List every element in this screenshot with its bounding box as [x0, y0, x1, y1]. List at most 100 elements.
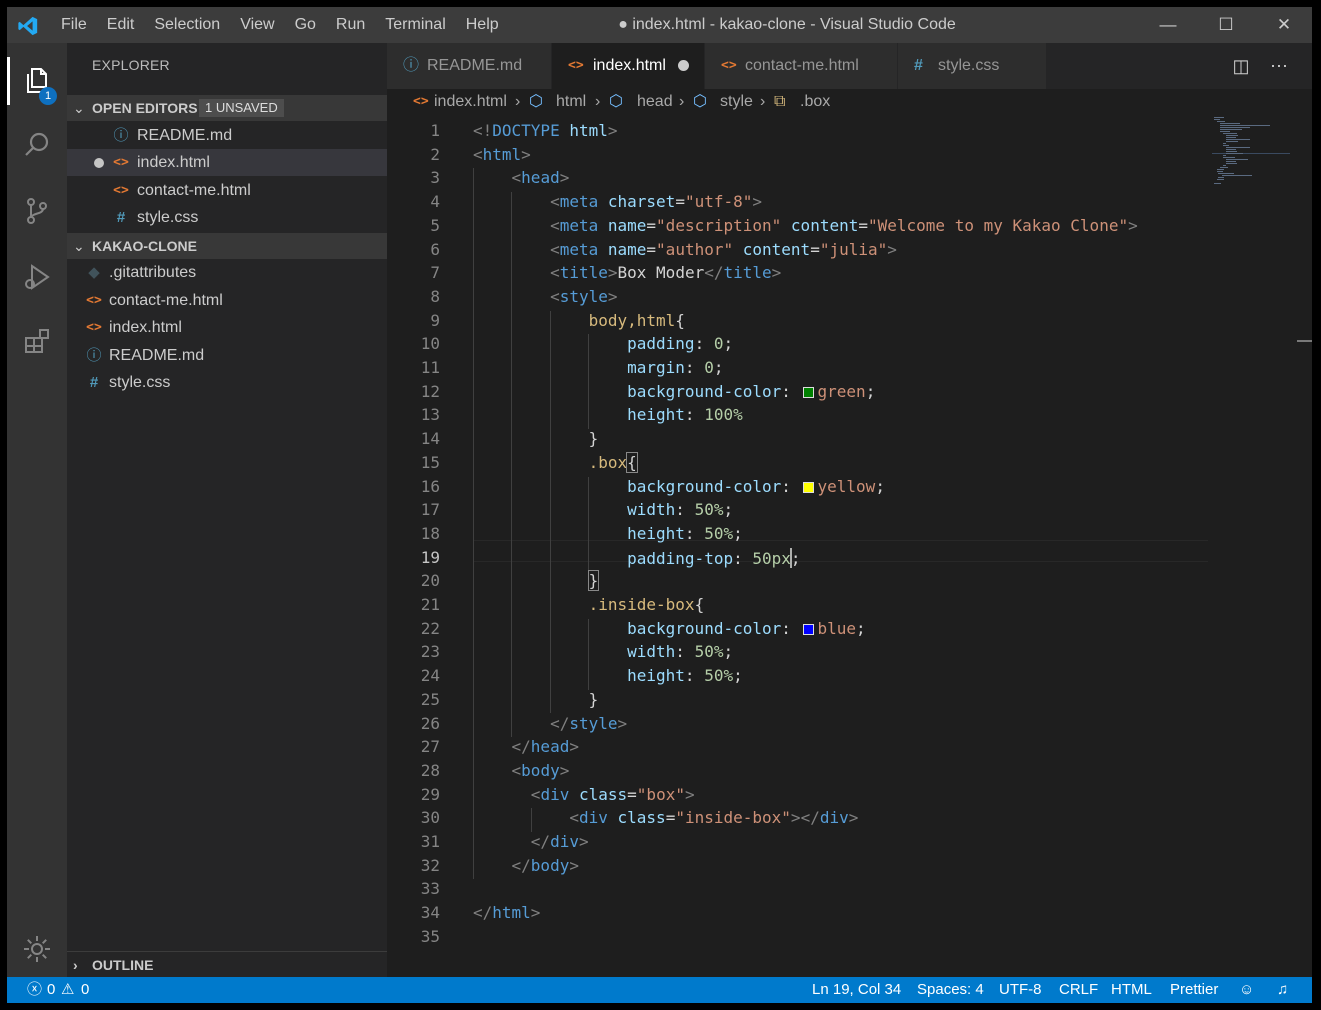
warning-icon[interactable]: ⚠ — [61, 977, 74, 1003]
breadcrumb-item[interactable]: index.html — [434, 89, 507, 115]
code-line[interactable]: background-color: blue; — [473, 619, 866, 638]
line-number: 19 — [420, 547, 440, 567]
code-line[interactable]: <div class="box"> — [473, 785, 695, 804]
code-line[interactable]: <title>Box Moder</title> — [473, 263, 781, 282]
code-line[interactable]: height: 50%; — [473, 666, 743, 685]
more-actions-icon[interactable]: ⋯ — [1261, 43, 1297, 89]
open-editor-item[interactable]: <> index.html — [67, 149, 387, 176]
split-editor-icon[interactable]: ◫ — [1223, 43, 1259, 89]
tab-readme[interactable]: ⓘ README.md — [387, 43, 551, 89]
notifications-bell-icon[interactable]: ♫ — [1277, 977, 1288, 1003]
warning-count[interactable]: 0 — [81, 977, 89, 1003]
error-icon[interactable]: ⓧ — [27, 977, 42, 1003]
code-line[interactable]: width: 50%; — [473, 642, 733, 661]
close-button[interactable]: ✕ — [1255, 7, 1312, 43]
search-icon — [25, 132, 49, 156]
code-line[interactable]: </div> — [473, 832, 589, 851]
breadcrumb-item[interactable]: style — [720, 89, 753, 115]
code-line[interactable]: </html> — [473, 903, 540, 922]
menu-help[interactable]: Help — [456, 7, 509, 43]
menu-terminal[interactable]: Terminal — [375, 7, 455, 43]
file-item[interactable]: <> contact-me.html — [67, 287, 387, 314]
menu-go[interactable]: Go — [285, 7, 326, 43]
open-editor-item[interactable]: <> contact-me.html — [67, 177, 387, 204]
extensions-button[interactable] — [7, 313, 67, 369]
end-of-line[interactable]: CRLF — [1059, 977, 1098, 1003]
code-line[interactable]: height: 50%; — [473, 524, 743, 543]
search-button[interactable] — [7, 117, 67, 173]
code-line[interactable]: padding-top: 50px; — [473, 547, 801, 568]
code-line[interactable]: </head> — [473, 737, 579, 756]
code-line[interactable]: </body> — [473, 856, 579, 875]
menu-file[interactable]: File — [51, 7, 97, 43]
breadcrumb-item[interactable]: head — [637, 89, 673, 115]
scrollbar-thumb[interactable] — [1297, 340, 1312, 342]
source-control-button[interactable] — [7, 183, 67, 239]
minimap[interactable] — [1212, 115, 1292, 195]
code-line[interactable]: .box{ — [473, 451, 638, 473]
code-line[interactable]: <body> — [473, 761, 570, 780]
code-line[interactable]: <meta charset="utf-8"> — [473, 192, 762, 211]
code-line[interactable]: padding: 0; — [473, 334, 733, 353]
code-line[interactable]: <meta name="author" content="julia"> — [473, 240, 897, 259]
file-item[interactable]: ⓘ README.md — [67, 342, 387, 369]
code-line[interactable]: <!DOCTYPE html> — [473, 121, 618, 140]
unsaved-dot-icon[interactable] — [678, 60, 689, 71]
code-line[interactable]: <head> — [473, 168, 570, 187]
code-line[interactable]: body,html{ — [473, 311, 685, 330]
file-item[interactable]: <> index.html — [67, 314, 387, 341]
code-line[interactable]: <div class="inside-box"></div> — [473, 808, 858, 827]
info-icon: ⓘ — [113, 127, 129, 144]
line-number: 17 — [420, 500, 440, 520]
maximize-button[interactable]: ☐ — [1197, 7, 1255, 43]
code-line[interactable]: background-color: green; — [473, 382, 875, 401]
outline-header[interactable]: › OUTLINE — [67, 951, 387, 978]
code-line[interactable]: height: 100% — [473, 405, 743, 424]
project-folder-header[interactable]: ⌄ KAKAO-CLONE — [67, 233, 387, 259]
open-editor-item[interactable]: ⓘ README.md — [67, 122, 387, 149]
settings-button[interactable] — [7, 921, 67, 977]
tab-contact-me[interactable]: <> contact-me.html — [705, 43, 897, 89]
menu-selection[interactable]: Selection — [144, 7, 230, 43]
code-line[interactable]: <style> — [473, 287, 617, 306]
code-line[interactable]: background-color: yellow; — [473, 477, 885, 496]
info-icon: ⓘ — [86, 347, 102, 364]
file-item[interactable]: ◆ .gitattributes — [67, 259, 387, 286]
language-mode[interactable]: HTML — [1111, 977, 1152, 1003]
vscode-window: File Edit Selection View Go Run Terminal… — [7, 7, 1312, 1003]
code-line[interactable]: } — [473, 429, 599, 448]
prettier-status[interactable]: Prettier — [1170, 977, 1218, 1003]
tab-index-html[interactable]: <> index.html — [552, 43, 704, 89]
minimize-button[interactable]: — — [1139, 7, 1197, 43]
feedback-icon[interactable]: ☺ — [1239, 977, 1254, 1003]
encoding[interactable]: UTF-8 — [999, 977, 1042, 1003]
menu-edit[interactable]: Edit — [97, 7, 145, 43]
outline-label: OUTLINE — [92, 957, 154, 973]
menu-run[interactable]: Run — [326, 7, 375, 43]
open-editor-item[interactable]: # style.css — [67, 204, 387, 231]
line-number: 14 — [420, 429, 440, 449]
code-line[interactable]: } — [473, 690, 599, 709]
code-line[interactable]: <html> — [473, 145, 531, 164]
line-number: 25 — [420, 689, 440, 709]
code-editor[interactable]: 1 2 3 4 5 6 7 8 9 10 11 12 13 14 15 16 17 18 19 20 21 22 23 24 2… — [387, 115, 1312, 977]
menu-view[interactable]: View — [230, 7, 284, 43]
file-item[interactable]: # style.css — [67, 369, 387, 396]
explorer-button[interactable]: 1 — [7, 53, 67, 109]
code-line[interactable]: } — [473, 570, 600, 592]
line-number: 4 — [430, 192, 440, 212]
tab-style-css[interactable]: # style.css — [898, 43, 1046, 89]
cursor-position[interactable]: Ln 19, Col 34 — [812, 977, 901, 1003]
open-editors-header[interactable]: ⌄ OPEN EDITORS 1 UNSAVED — [67, 95, 387, 121]
code-line[interactable]: </style> — [473, 714, 627, 733]
line-number: 28 — [420, 760, 440, 780]
breadcrumb-item[interactable]: html — [556, 89, 586, 115]
code-line[interactable]: margin: 0; — [473, 358, 723, 377]
error-count[interactable]: 0 — [47, 977, 55, 1003]
code-line[interactable]: .inside-box{ — [473, 595, 705, 614]
indentation[interactable]: Spaces: 4 — [917, 977, 984, 1003]
code-line[interactable]: <meta name="description" content="Welcom… — [473, 216, 1138, 235]
breadcrumb-item[interactable]: .box — [800, 89, 830, 115]
run-debug-button[interactable] — [7, 249, 67, 305]
code-line[interactable]: width: 50%; — [473, 500, 733, 519]
